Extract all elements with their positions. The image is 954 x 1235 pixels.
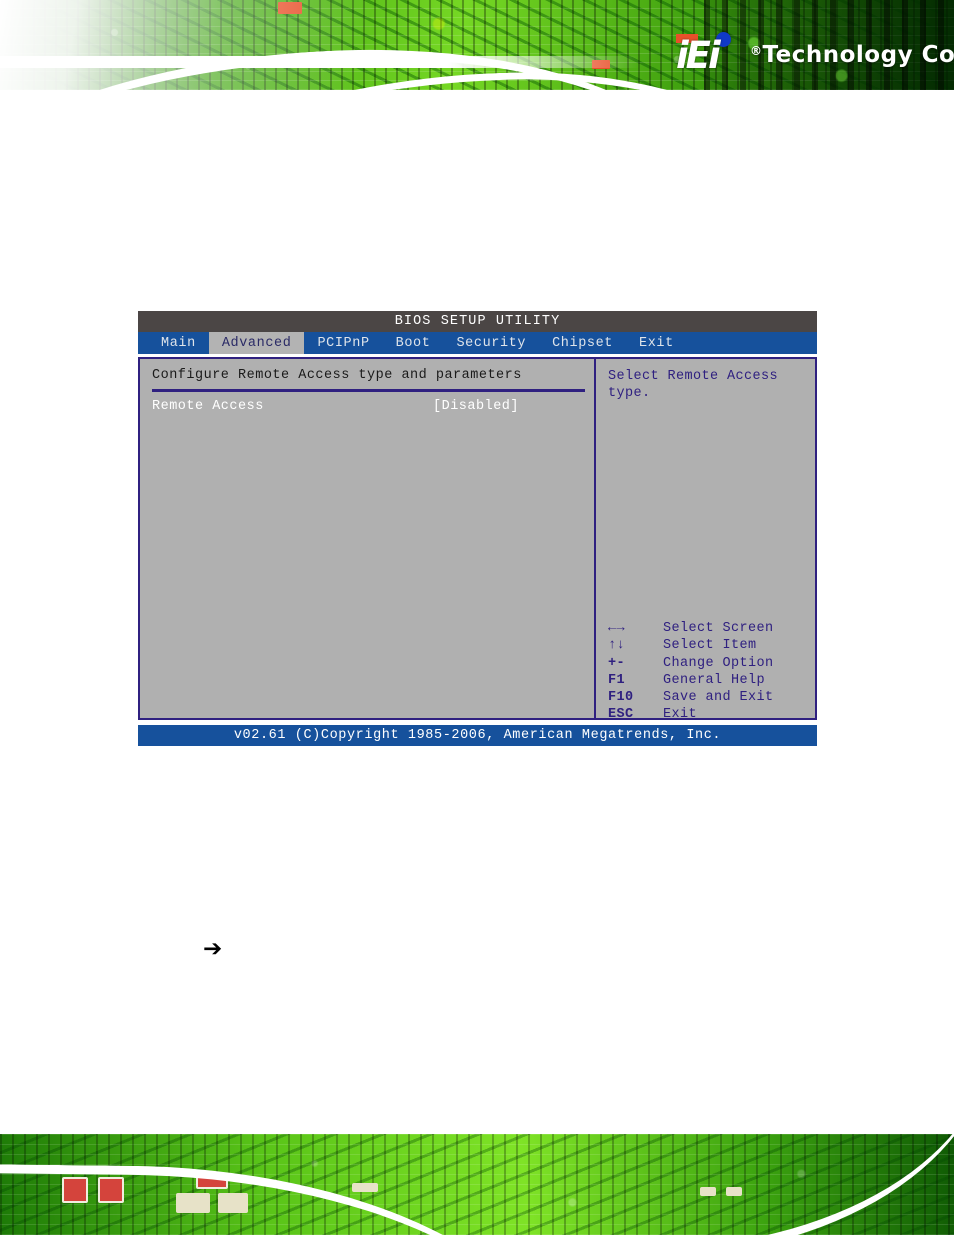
page-header-banner: iEi ®Technology Corp. [0,0,954,108]
nav-key-desc-select-item: Select Item [663,638,757,654]
tab-boot[interactable]: Boot [383,332,444,354]
header-bottom-white-band [0,90,954,108]
nav-key-row: +- Change Option [608,655,774,672]
solder-pad [352,1183,378,1192]
bios-copyright-text: v02.61 (C)Copyright 1985-2006, American … [233,728,722,743]
bios-footer-bar: v02.61 (C)Copyright 1985-2006, American … [138,725,817,746]
nav-key-row: F1 General Help [608,672,774,689]
footer-top-white-band [0,1125,954,1134]
nav-key-row: ESC Exit [608,706,774,723]
bios-body: Configure Remote Access type and paramet… [138,357,817,722]
bios-main-panel: Configure Remote Access type and paramet… [140,359,596,718]
iei-logo: iEi ®Technology Corp. [676,26,954,84]
bios-help-panel: Select Remote Access type. ←→ Select Scr… [596,359,815,722]
iei-logo-text: iEi [676,34,721,77]
option-row-remote-access[interactable]: Remote Access [Disabled] [152,399,594,414]
iei-logo-wordmark: ®Technology Corp. [750,42,954,68]
nav-key-desc-save-and-exit: Save and Exit [663,690,774,706]
tab-main[interactable]: Main [148,332,209,354]
nav-key-desc-exit: Exit [663,707,698,723]
bios-title-text: BIOS SETUP UTILITY [394,314,561,329]
nav-key-arrows-horizontal-icon: ←→ [608,621,626,636]
iei-logo-wordmark-text: Technology Corp. [762,42,954,68]
bios-tab-bar: Main Advanced PCIPnP Boot Security Chips… [138,332,817,354]
nav-key-esc: ESC [608,707,634,723]
iei-logo-mark: iEi [676,32,742,78]
nav-key-row: ↑↓ Select Item [608,637,774,654]
nav-key-row: ←→ Select Screen [608,620,774,637]
logo-blue-dot [716,32,731,47]
option-label-remote-access: Remote Access [152,399,264,414]
bios-setup-window: BIOS SETUP UTILITY Main Advanced PCIPnP … [138,311,817,746]
nav-key-plus-minus: +- [608,655,626,671]
header-white-band [0,56,640,68]
tab-exit[interactable]: Exit [626,332,687,354]
tab-chipset[interactable]: Chipset [539,332,626,354]
nav-key-desc-general-help: General Help [663,672,766,688]
section-title: Configure Remote Access type and paramet… [152,368,522,383]
nav-key-arrows-vertical-icon: ↑↓ [608,638,626,654]
section-divider [152,389,585,392]
nav-key-f1: F1 [608,672,626,688]
nav-key-row: F10 Save and Exit [608,689,774,706]
help-text: Select Remote Access type. [608,369,779,401]
bios-title-bar: BIOS SETUP UTILITY [138,311,817,332]
tab-security[interactable]: Security [443,332,539,354]
tab-pcipnp[interactable]: PCIPnP [304,332,382,354]
nav-key-desc-change-option: Change Option [663,655,774,671]
nav-key-desc-select-screen: Select Screen [663,621,774,636]
registered-mark: ® [750,44,763,58]
right-arrow-icon: ➔ [203,936,223,962]
option-value-remote-access[interactable]: [Disabled] [433,399,519,414]
nav-key-f10: F10 [608,690,634,706]
navigation-key-legend: ←→ Select Screen ↑↓ Select Item +- Chang… [608,620,774,724]
page-footer-banner [0,1125,954,1235]
tab-advanced[interactable]: Advanced [208,332,305,354]
